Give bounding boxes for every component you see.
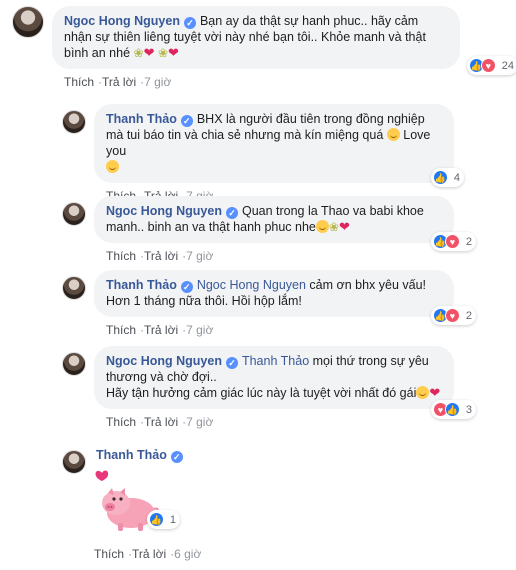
comment-bubble: Ngoc Hong Nguyen ✓ Quan trong la Thao va b… (94, 196, 476, 251)
timestamp[interactable]: 7 giờ (186, 249, 213, 263)
author-name[interactable]: Thanh Thảo (96, 448, 167, 462)
smile-emoji-icon (386, 128, 400, 141)
comment-actions: Thích·Trả lời·7 giờ (106, 249, 214, 263)
reaction-count: 3 (465, 403, 472, 416)
comment-2: Thanh Thảo ✓ BHX là người đầu tiên trong đ… (62, 104, 464, 203)
verified-badge-icon: ✓ (180, 281, 193, 293)
verified-badge-icon: ✓ (225, 207, 238, 219)
reaction-summary[interactable]: 👍 4 (430, 168, 464, 187)
comment-1: Ngoc Hong Nguyen ✓ Bạn ay da thật sự hanh … (12, 6, 516, 89)
comment-body: Thanh Thảo ✓ BHX là người đầu tiên trong đ… (94, 104, 464, 203)
smile-emoji-icon (315, 220, 329, 233)
comment-bubble: Ngoc Hong Nguyen ✓ Bạn ay da thật sự hanh … (52, 6, 516, 75)
like-link[interactable]: Thích (94, 547, 124, 561)
timestamp[interactable]: 7 giờ (186, 415, 213, 429)
comment-actions: Thích·Trả lời·7 giờ (106, 323, 214, 337)
like-link[interactable]: Thích (106, 249, 136, 263)
avatar[interactable] (62, 352, 86, 376)
author-name[interactable]: Thanh Thảo (106, 112, 177, 126)
comment-bubble: Thanh Thảo ✓ BHX là người đầu tiên trong đ… (94, 104, 464, 187)
avatar[interactable] (12, 6, 44, 38)
comment-6: Thanh Thảo ✓ 👍 1 Thích ·Trả lời ·6 giờ (62, 444, 201, 561)
love-reaction-icon: ♥ (480, 58, 496, 73)
reaction-count: 2 (465, 309, 472, 322)
comment-body: Ngoc Hong Nguyen ✓ Quan trong la Thao va b… (94, 196, 476, 263)
verified-badge-icon: ✓ (225, 357, 238, 369)
avatar[interactable] (62, 450, 86, 474)
love-reaction-icon: ♥ (444, 234, 460, 249)
verified-badge-icon: ✓ (170, 451, 183, 463)
avatar[interactable] (62, 110, 86, 134)
author-name[interactable]: Thanh Thảo (106, 278, 177, 292)
reply-link[interactable]: Trả lời (102, 75, 136, 89)
smile-emoji-icon (106, 160, 119, 173)
heart-icon: ❤ (143, 45, 155, 60)
reply-link[interactable]: Trả lời (144, 323, 178, 337)
like-link[interactable]: Thích (106, 415, 136, 429)
comment-text-line2: Hãy tận hưởng cảm giác lúc này là tuyệt … (106, 386, 417, 400)
heart-icon: ❤ (429, 385, 441, 400)
mention-link[interactable]: Ngoc Hong Nguyen (197, 278, 306, 292)
comment-bubble: Ngoc Hong Nguyen ✓ Thanh Thảo mọi thứ tron… (94, 346, 476, 419)
comment-actions: Thích ·Trả lời ·6 giờ (94, 547, 202, 561)
like-link[interactable]: Thích (106, 323, 136, 337)
comment-actions: Thích·Trả lời·7 giờ (106, 415, 214, 429)
comment-body: Ngoc Hong Nguyen ✓ Thanh Thảo mọi thứ tron… (94, 346, 476, 429)
reply-link[interactable]: Trả lời (144, 415, 178, 429)
author-name[interactable]: Ngoc Hong Nguyen (106, 204, 222, 218)
reaction-summary[interactable]: 👍 1 (146, 510, 180, 529)
comment-body: Thanh Thảo ✓ Ngoc Hong Nguyen cảm ơn bhx y… (94, 270, 476, 337)
flower-icon: ❀ (328, 220, 339, 234)
heart-icon: ❤ (338, 219, 350, 234)
smile-emoji-icon (416, 386, 430, 399)
author-name[interactable]: Ngoc Hong Nguyen (106, 354, 222, 368)
timestamp[interactable]: 6 giờ (174, 547, 201, 561)
verified-badge-icon: ✓ (180, 115, 193, 127)
reaction-summary[interactable]: 👍 ♥ 2 (430, 306, 476, 325)
timestamp[interactable]: 7 giờ (144, 75, 171, 89)
author-line: Thanh Thảo ✓ (94, 448, 201, 463)
heart-icon: ❤ (168, 45, 179, 60)
comment-3: Ngoc Hong Nguyen ✓ Quan trong la Thao va b… (62, 196, 476, 263)
reaction-summary[interactable]: ♥ 👍 3 (430, 400, 476, 419)
pig-sticker-icon[interactable]: 👍 1 (94, 467, 180, 537)
reply-link[interactable]: Trả lời (144, 249, 178, 263)
like-reaction-icon: 👍 (432, 170, 448, 185)
comment-4: Thanh Thảo ✓ Ngoc Hong Nguyen cảm ơn bhx y… (62, 270, 476, 337)
love-reaction-icon: ♥ (444, 308, 460, 323)
reaction-count: 24 (501, 59, 514, 72)
mention-link[interactable]: Thanh Thảo (242, 354, 309, 368)
reaction-count: 1 (169, 513, 176, 526)
verified-badge-icon: ✓ (183, 17, 196, 29)
like-reaction-icon: 👍 (444, 402, 460, 417)
reaction-count: 2 (465, 235, 472, 248)
avatar[interactable] (62, 202, 86, 226)
reply-link[interactable]: Trả lời (132, 547, 166, 561)
author-name[interactable]: Ngoc Hong Nguyen (64, 14, 180, 28)
like-reaction-icon: 👍 (148, 512, 164, 527)
comment-body: Ngoc Hong Nguyen ✓ Bạn ay da thật sự hanh … (52, 6, 516, 89)
flower-icon: ❀ (157, 46, 169, 60)
comment-5: Ngoc Hong Nguyen ✓ Thanh Thảo mọi thứ tron… (62, 346, 476, 429)
reaction-summary[interactable]: 👍 ♥ 2 (430, 232, 476, 251)
comment-bubble: Thanh Thảo ✓ Ngoc Hong Nguyen cảm ơn bhx y… (94, 270, 476, 325)
like-link[interactable]: Thích (64, 75, 94, 89)
avatar[interactable] (62, 276, 86, 300)
comment-actions: Thích·Trả lời·7 giờ (64, 75, 172, 89)
timestamp[interactable]: 7 giờ (186, 323, 213, 337)
flower-icon: ❀ (133, 46, 144, 60)
reaction-count: 4 (453, 171, 460, 184)
reaction-summary[interactable]: 👍 ♥ 24 (466, 56, 516, 75)
comment-body: Thanh Thảo ✓ 👍 1 Thích ·Trả lời ·6 giờ (94, 448, 201, 561)
